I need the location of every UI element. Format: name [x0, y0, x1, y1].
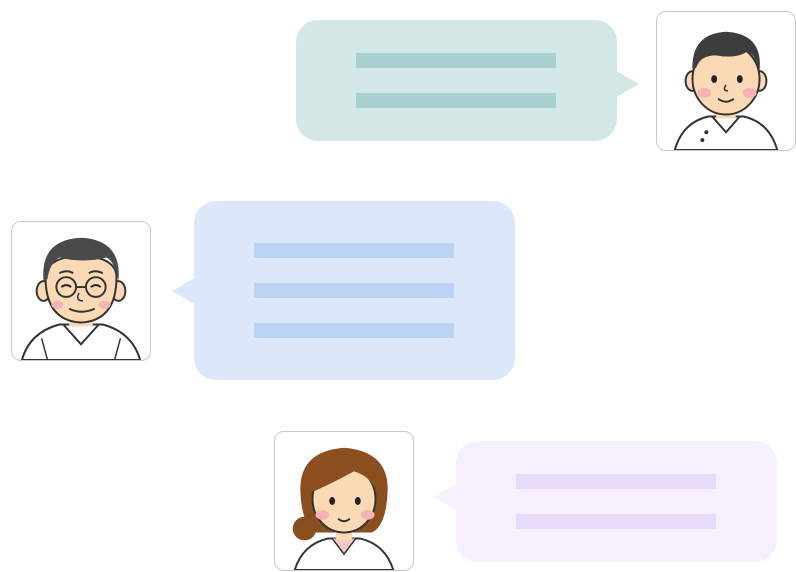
female-doctor-avatar	[274, 431, 414, 571]
message-bubble-1	[296, 20, 639, 141]
senior-doctor-avatar	[11, 221, 151, 361]
placeholder-text-line	[356, 93, 556, 108]
bubble-tail	[615, 70, 639, 98]
placeholder-text-line	[516, 474, 716, 489]
placeholder-text-line	[356, 53, 556, 68]
placeholder-text-line	[254, 283, 454, 298]
placeholder-text-line	[516, 514, 716, 529]
bubble-tail	[434, 483, 458, 511]
young-male-doctor-avatar	[656, 11, 796, 151]
placeholder-text-line	[254, 243, 454, 258]
message-bubble-3	[434, 441, 777, 562]
young-male-doctor-icon	[673, 31, 779, 150]
senior-male-doctor-with-glasses-icon	[20, 237, 142, 360]
message-bubble-2	[172, 201, 515, 380]
female-doctor-icon	[292, 447, 395, 570]
bubble-tail	[172, 277, 196, 305]
placeholder-text-line	[254, 323, 454, 338]
